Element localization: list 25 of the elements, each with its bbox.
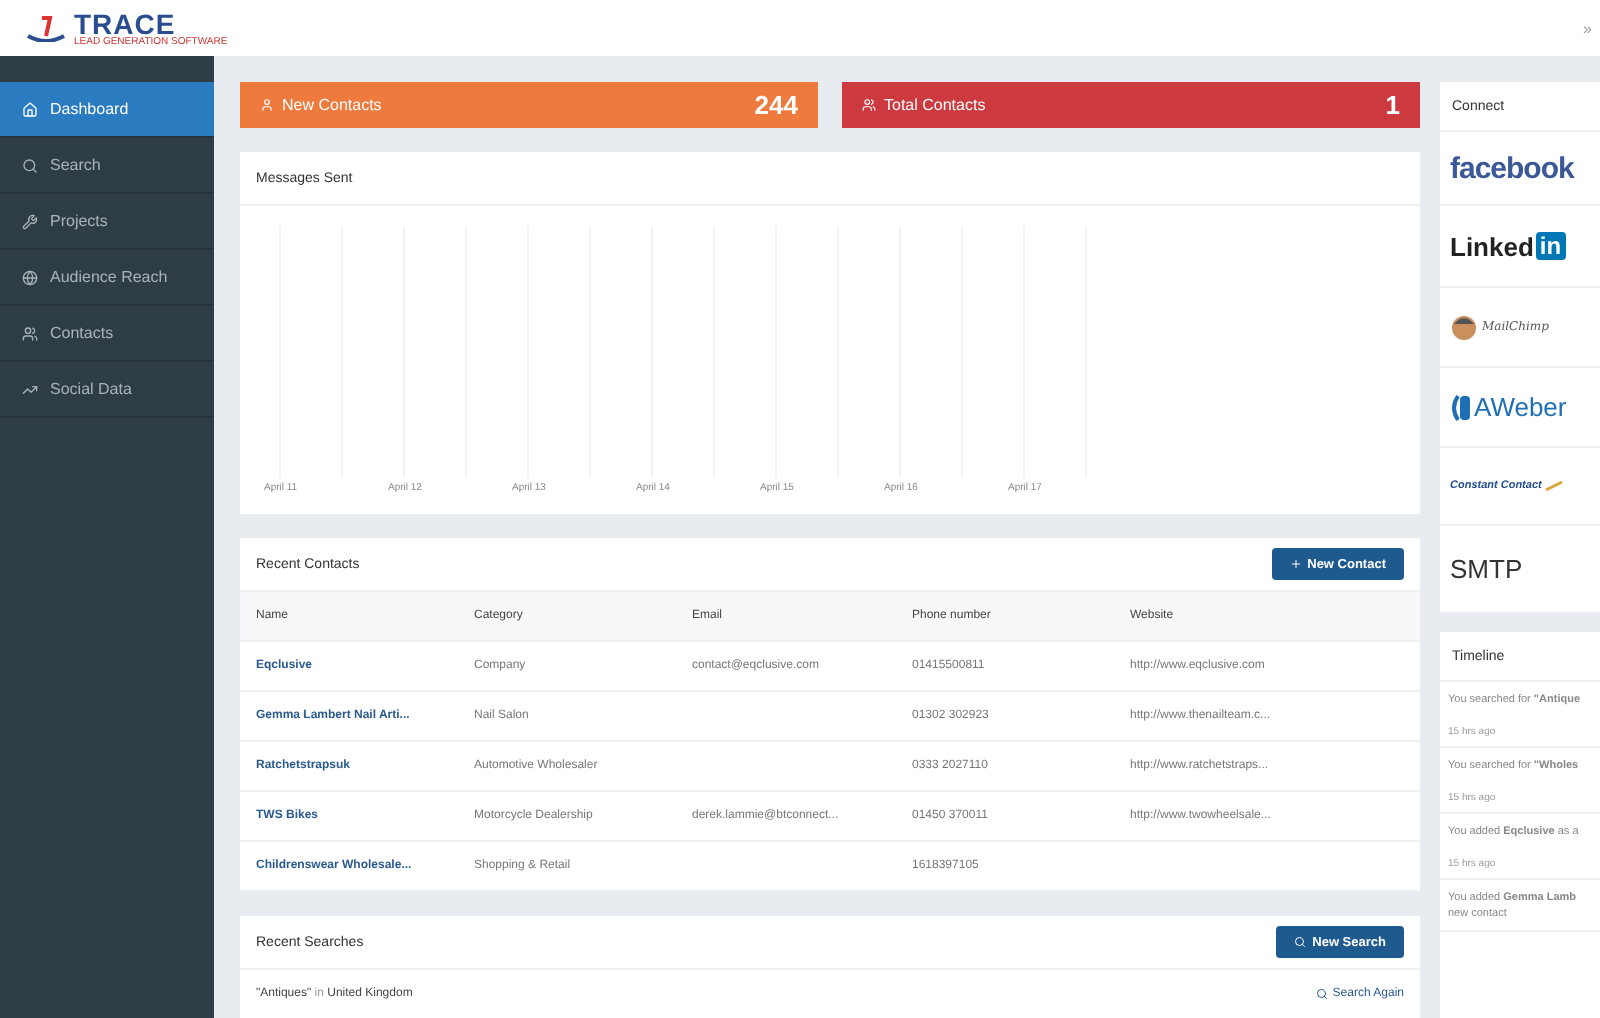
stat-value: 1: [1385, 90, 1400, 120]
sidebar-item[interactable]: Projects: [0, 194, 214, 250]
search-icon: [1294, 936, 1307, 948]
user-icon: [260, 98, 274, 112]
sidebar-item[interactable]: Audience Reach: [0, 250, 214, 306]
search-icon: [22, 157, 38, 173]
linkedin-logo[interactable]: Linked in: [1450, 231, 1566, 261]
aweber-logo[interactable]: AWeber: [1450, 392, 1567, 422]
sidebar-item[interactable]: Contacts: [0, 306, 214, 362]
stat-label: Total Contacts: [884, 96, 986, 114]
sidebar-item[interactable]: Dashboard: [0, 82, 214, 138]
stat-label: New Contacts: [282, 96, 382, 114]
sidebar-item[interactable]: Social Data: [0, 362, 214, 418]
search-icon: [1316, 988, 1329, 1000]
smtp-option[interactable]: SMTP: [1450, 554, 1523, 584]
chart-icon: [22, 381, 38, 397]
stat-value: 244: [754, 90, 798, 120]
facebook-logo[interactable]: facebook: [1450, 151, 1574, 185]
wrench-icon: [22, 213, 38, 229]
users-icon: [22, 325, 38, 341]
users-icon: [862, 98, 876, 112]
sidebar-item[interactable]: Search: [0, 138, 214, 194]
globe-icon: [22, 269, 38, 285]
plus-icon: [1289, 558, 1302, 570]
home-icon: [22, 101, 38, 117]
